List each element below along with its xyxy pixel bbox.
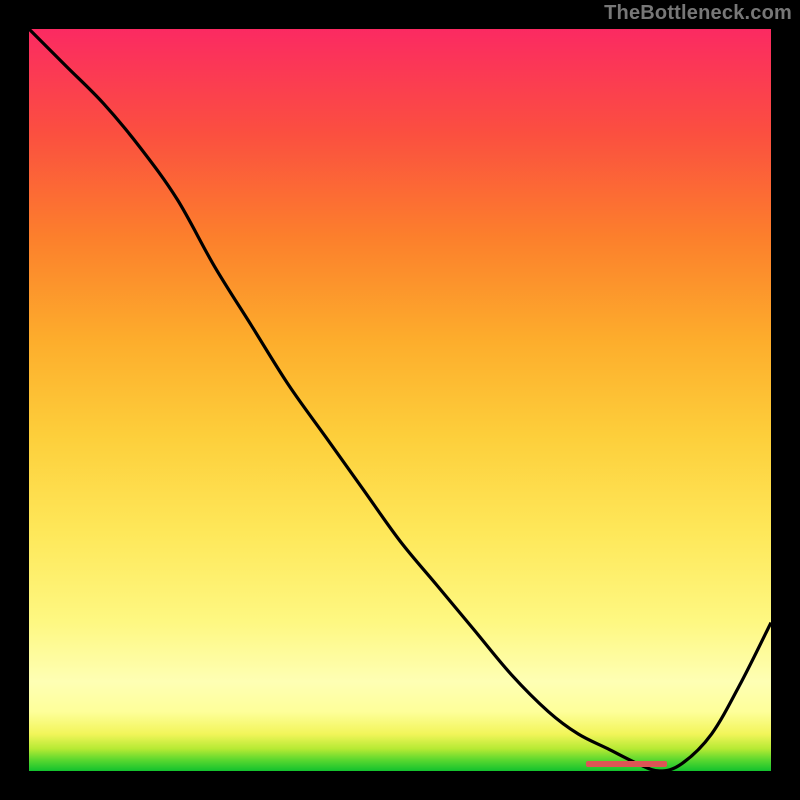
optimal-range-marker: [586, 761, 668, 767]
plot-area: [29, 29, 771, 771]
chart-frame: TheBottleneck.com: [0, 0, 800, 800]
watermark-label: TheBottleneck.com: [604, 2, 792, 25]
gradient-background: [29, 29, 771, 771]
